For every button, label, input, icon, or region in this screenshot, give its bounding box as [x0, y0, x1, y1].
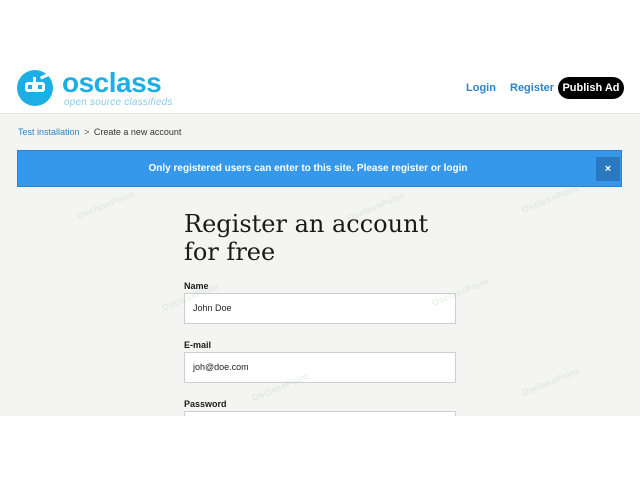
watermark-text: OsclassPoint — [520, 183, 581, 215]
password-label: Password — [184, 399, 227, 409]
flash-close-button[interactable]: × — [596, 157, 620, 181]
breadcrumb-current: Create a new account — [93, 127, 182, 137]
watermark-text: OsclassPoint — [75, 189, 136, 221]
watermark-text: OsclassPoint — [520, 366, 581, 398]
site-logo[interactable]: osclass open source classifieds — [16, 67, 186, 109]
breadcrumb: Test installation > Create a new account — [18, 126, 181, 138]
email-input[interactable]: joh@doe.com — [184, 352, 456, 383]
page-title: Register an account for free — [184, 210, 429, 266]
flash-message-text: Only registered users can enter to this … — [148, 163, 468, 174]
osclass-logo-icon — [17, 70, 53, 106]
breadcrumb-home-link[interactable]: Test installation — [18, 127, 80, 137]
browser-viewport: osclass open source classifieds Login Re… — [0, 62, 640, 416]
logo-wordmark: osclass — [62, 67, 162, 98]
name-input[interactable]: John Doe — [184, 293, 456, 324]
login-link[interactable]: Login — [466, 81, 496, 95]
name-label: Name — [184, 281, 209, 291]
register-link[interactable]: Register — [510, 81, 554, 95]
publish-ad-button[interactable]: Publish Ad — [558, 77, 624, 99]
logo-tagline: open source classifieds — [64, 97, 173, 108]
site-header: osclass open source classifieds Login Re… — [0, 62, 640, 114]
breadcrumb-separator: > — [84, 127, 90, 137]
blank-area-top — [0, 0, 640, 62]
flash-message: Only registered users can enter to this … — [17, 150, 622, 187]
blank-area-bottom — [0, 416, 640, 480]
email-label: E-mail — [184, 340, 212, 350]
